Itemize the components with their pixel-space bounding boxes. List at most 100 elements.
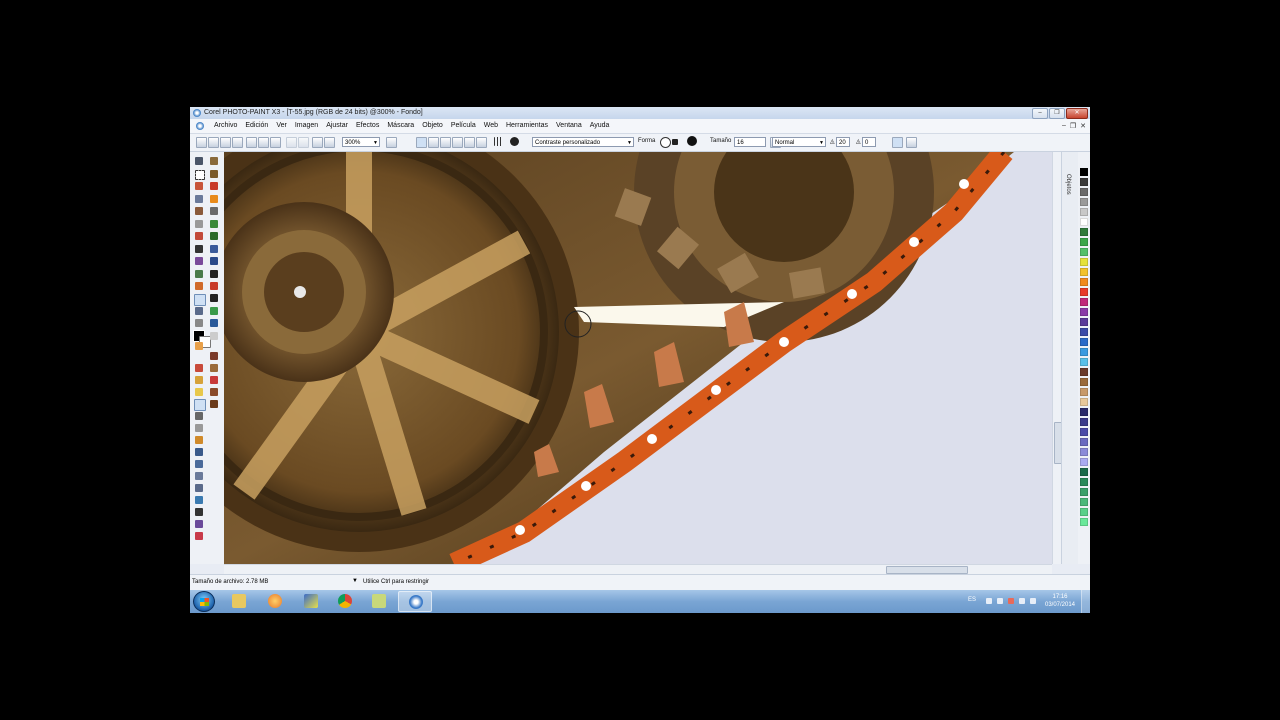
undither-icon[interactable] xyxy=(195,484,203,492)
brush-preset-icon-6[interactable] xyxy=(210,220,218,228)
brush-preset-dropdown[interactable]: Contraste personalizado ▼ xyxy=(532,137,634,147)
palette-swatch[interactable] xyxy=(1080,428,1088,436)
brush-preset-icon-7[interactable] xyxy=(210,232,218,240)
contrast-icon[interactable] xyxy=(195,508,203,516)
active-brush-icon[interactable] xyxy=(194,399,206,411)
red-eye-icon[interactable] xyxy=(195,232,203,240)
palette-swatch[interactable] xyxy=(1080,328,1088,336)
palette-swatch[interactable] xyxy=(1080,378,1088,386)
status-options-chevron-icon[interactable]: ▼ xyxy=(352,578,358,584)
light-icon[interactable] xyxy=(195,388,203,396)
menu-edicion[interactable]: Edición xyxy=(241,122,272,129)
palette-swatch[interactable] xyxy=(1080,308,1088,316)
horizontal-scrollbar[interactable] xyxy=(224,564,1052,574)
full-screen-icon[interactable] xyxy=(386,137,397,148)
brush-small-icon[interactable] xyxy=(195,364,203,372)
amount-field[interactable]: 20 xyxy=(836,137,850,147)
open-file-icon[interactable] xyxy=(208,137,219,148)
paint-tool-icon[interactable] xyxy=(195,282,203,290)
hue-icon[interactable] xyxy=(195,520,203,528)
tint-icon[interactable] xyxy=(195,448,203,456)
fill-tool-icon[interactable] xyxy=(195,270,203,278)
objects-docker-tab[interactable]: Objetos xyxy=(1061,152,1078,564)
palette-swatch[interactable] xyxy=(1080,268,1088,276)
palette-swatch[interactable] xyxy=(1080,198,1088,206)
brush-preset-icon-20[interactable] xyxy=(210,400,218,408)
brush-preset-icon-5[interactable] xyxy=(210,207,218,215)
menu-ver[interactable]: Ver xyxy=(272,122,291,129)
palette-swatch[interactable] xyxy=(1080,468,1088,476)
import-icon[interactable] xyxy=(312,137,323,148)
menu-ajustar[interactable]: Ajustar xyxy=(322,122,352,129)
brush-preset-icon-12[interactable] xyxy=(210,294,218,302)
menu-ventana[interactable]: Ventana xyxy=(552,122,586,129)
pressure-icon[interactable] xyxy=(892,137,903,148)
volume-icon[interactable] xyxy=(997,598,1003,604)
brush-preset-icon-1[interactable] xyxy=(210,157,218,165)
nib-icon[interactable] xyxy=(510,137,519,146)
palette-swatch[interactable] xyxy=(1080,338,1088,346)
palette-swatch[interactable] xyxy=(1080,418,1088,426)
close-button[interactable]: ✕ xyxy=(1066,108,1088,119)
brush-type-icon[interactable] xyxy=(494,137,503,146)
corel-photo-paint-task[interactable] xyxy=(398,591,432,612)
corel-draw-task[interactable] xyxy=(294,591,328,612)
brush-preset-icon-10[interactable] xyxy=(210,270,218,278)
palette-swatch[interactable] xyxy=(1080,278,1088,286)
menu-web[interactable]: Web xyxy=(480,122,502,129)
clone-tool-icon[interactable] xyxy=(195,307,203,315)
palette-swatch[interactable] xyxy=(1080,178,1088,186)
brush-preset-icon-8[interactable] xyxy=(210,245,218,253)
text-tool-icon[interactable] xyxy=(195,245,203,253)
brush-preset-icon-3[interactable] xyxy=(210,182,218,190)
cut-icon[interactable] xyxy=(246,137,257,148)
palette-swatch[interactable] xyxy=(1080,478,1088,486)
menu-herramientas[interactable]: Herramientas xyxy=(502,122,552,129)
menu-pelicula[interactable]: Película xyxy=(447,122,480,129)
palette-swatch[interactable] xyxy=(1080,238,1088,246)
zoom-level-dropdown[interactable]: 300% ▼ xyxy=(342,137,380,147)
palette-swatch[interactable] xyxy=(1080,498,1088,506)
size-field[interactable]: 16 xyxy=(734,137,766,147)
tray-arrow-icon[interactable] xyxy=(986,598,992,604)
palette-swatch[interactable] xyxy=(1080,248,1088,256)
start-button[interactable] xyxy=(193,591,215,612)
brush-preset-icon-2[interactable] xyxy=(210,170,218,178)
show-desktop-button[interactable] xyxy=(1081,590,1090,613)
notes-task[interactable] xyxy=(362,591,396,612)
image-sprayer-icon[interactable] xyxy=(195,319,203,327)
document-icon[interactable] xyxy=(196,122,204,130)
copy-icon[interactable] xyxy=(258,137,269,148)
smear-icon[interactable] xyxy=(195,412,203,420)
menu-imagen[interactable]: Imagen xyxy=(291,122,322,129)
blend-icon[interactable] xyxy=(195,460,203,468)
menu-mascara[interactable]: Máscara xyxy=(383,122,418,129)
action-center-icon[interactable] xyxy=(1008,598,1014,604)
sharpen-icon[interactable] xyxy=(195,472,203,480)
brush-preset-icon-15[interactable] xyxy=(210,332,218,340)
eyedropper-icon[interactable] xyxy=(195,207,203,215)
zoom-tool-icon[interactable] xyxy=(195,195,203,203)
palette-swatch[interactable] xyxy=(1080,348,1088,356)
palette-swatch[interactable] xyxy=(1080,228,1088,236)
restore-button[interactable]: ❐ xyxy=(1049,108,1065,119)
grid-icon[interactable] xyxy=(452,137,463,148)
palette-swatch[interactable] xyxy=(1080,208,1088,216)
palette-swatch[interactable] xyxy=(1080,298,1088,306)
doc-minimize-icon[interactable]: – xyxy=(1062,122,1066,130)
smudge-icon[interactable] xyxy=(195,424,203,432)
crop-tool-icon[interactable] xyxy=(195,182,203,190)
menu-ayuda[interactable]: Ayuda xyxy=(586,122,614,129)
options-icon[interactable] xyxy=(476,137,487,148)
palette-swatch[interactable] xyxy=(1080,518,1088,526)
effect-tool-icon[interactable] xyxy=(194,294,206,306)
palette-swatch[interactable] xyxy=(1080,458,1088,466)
palette-swatch[interactable] xyxy=(1080,448,1088,456)
doc-close-icon[interactable]: ✕ xyxy=(1080,122,1086,130)
palette-swatch[interactable] xyxy=(1080,408,1088,416)
chrome-task[interactable] xyxy=(328,591,362,612)
brush-preset-icon-4[interactable] xyxy=(210,195,218,203)
palette-swatch[interactable] xyxy=(1080,368,1088,376)
swirl-icon[interactable] xyxy=(195,532,203,540)
minimize-button[interactable]: – xyxy=(1032,108,1048,119)
